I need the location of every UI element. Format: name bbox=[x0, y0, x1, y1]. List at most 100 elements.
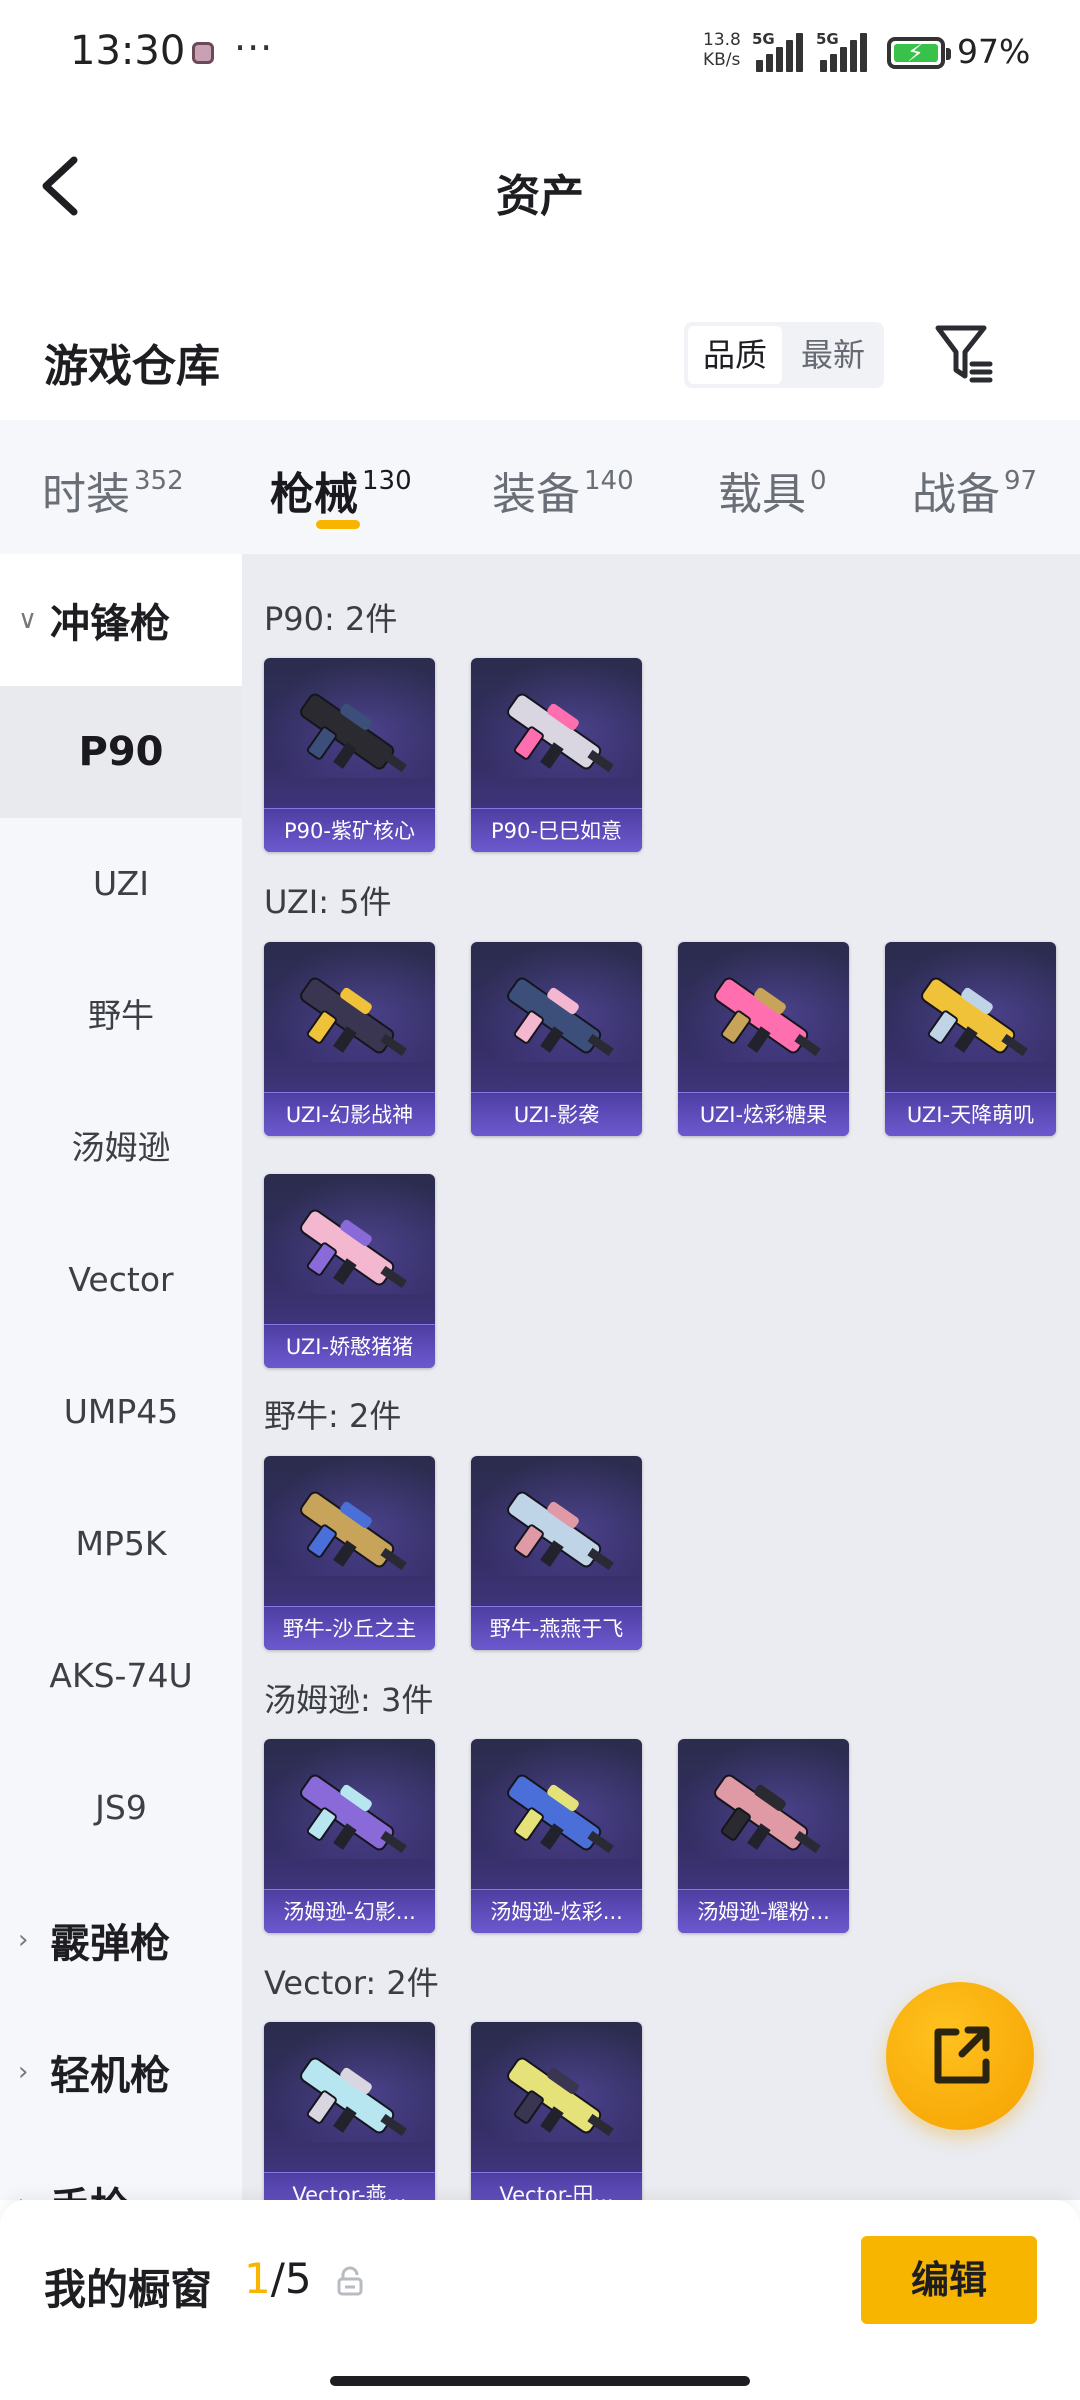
tab-label: 战备 bbox=[912, 469, 1000, 520]
sort-toggle: 品质 最新 bbox=[684, 322, 884, 388]
gun-skin-image bbox=[300, 1491, 407, 1571]
gun-skin-image bbox=[507, 977, 614, 1057]
sidebar-item-aks74u[interactable]: AKS-74U bbox=[0, 1610, 242, 1742]
sidebar-item-uzi[interactable]: UZI bbox=[0, 818, 242, 950]
weapon-type-sidebar: ∨ 冲锋枪 P90 UZI 野牛 汤姆逊 Vector UMP45 MP5K A… bbox=[0, 554, 242, 2200]
skin-name: 汤姆逊-耀粉... bbox=[678, 1889, 849, 1933]
tab-count: 140 bbox=[584, 466, 634, 496]
skin-card[interactable]: 汤姆逊-耀粉... bbox=[678, 1739, 849, 1933]
showcase-title: 我的橱窗 bbox=[44, 2265, 213, 2314]
showcase-bar: 我的橱窗 1/5 编辑 bbox=[0, 2200, 1080, 2400]
skin-card[interactable]: UZI-天降萌叽 bbox=[885, 942, 1056, 1136]
sidebar-item-js9[interactable]: JS9 bbox=[0, 1742, 242, 1874]
filter-button[interactable] bbox=[932, 320, 996, 386]
sort-quality-button[interactable]: 品质 bbox=[688, 326, 782, 384]
skin-name: Vector-燕... bbox=[264, 2172, 435, 2200]
status-time: 13:30 bbox=[70, 28, 186, 74]
skin-card[interactable]: 汤姆逊-幻影... bbox=[264, 1739, 435, 1933]
gun-skin-image bbox=[714, 1774, 821, 1854]
lock-icon bbox=[337, 2266, 363, 2296]
sidebar-group-label: 轻机枪 bbox=[50, 2053, 170, 2099]
skin-card[interactable]: Vector-燕... bbox=[264, 2022, 435, 2200]
active-tab-indicator bbox=[316, 520, 360, 529]
notification-app-icon bbox=[192, 42, 214, 64]
skin-card[interactable]: 汤姆逊-炫彩... bbox=[471, 1739, 642, 1933]
tab-supplies[interactable]: 战备 97 bbox=[912, 458, 1037, 522]
skin-name: 汤姆逊-幻影... bbox=[264, 1889, 435, 1933]
skin-name: UZI-天降萌叽 bbox=[885, 1092, 1056, 1136]
tab-count: 130 bbox=[362, 466, 412, 496]
sidebar-group-smg[interactable]: ∨ 冲锋枪 bbox=[0, 554, 242, 686]
tab-count: 0 bbox=[810, 466, 827, 496]
skin-name: UZI-娇憨猪猪 bbox=[264, 1324, 435, 1368]
chevron-right-icon: › bbox=[18, 2189, 38, 2200]
network-speed-value: 13.8 bbox=[703, 30, 741, 50]
skin-name: P90-巳巳如意 bbox=[471, 808, 642, 852]
sidebar-item-vector[interactable]: Vector bbox=[0, 1214, 242, 1346]
signal-label: 5G bbox=[816, 30, 839, 48]
gun-skin-image bbox=[300, 2057, 407, 2137]
tab-fashion[interactable]: 时装 352 bbox=[42, 458, 184, 522]
skin-card[interactable]: Vector-田... bbox=[471, 2022, 642, 2200]
gun-skin-image bbox=[300, 693, 407, 773]
tab-label: 载具 bbox=[718, 469, 806, 520]
sidebar-item-mp5k[interactable]: MP5K bbox=[0, 1478, 242, 1610]
showcase-current: 1 bbox=[244, 2254, 271, 2303]
sidebar-group-label: 冲锋枪 bbox=[50, 601, 170, 647]
skin-card[interactable]: UZI-幻影战神 bbox=[264, 942, 435, 1136]
sidebar-group-label: 霰弹枪 bbox=[50, 1921, 170, 1967]
tab-count: 352 bbox=[134, 466, 184, 496]
gun-skin-image bbox=[714, 977, 821, 1057]
skin-name: P90-紫矿核心 bbox=[264, 808, 435, 852]
sidebar-group-shotgun[interactable]: › 霰弹枪 bbox=[0, 1874, 242, 2006]
sidebar-group-label: 手枪 bbox=[50, 2175, 130, 2200]
gun-skin-image bbox=[921, 977, 1028, 1057]
sidebar-item-ump45[interactable]: UMP45 bbox=[0, 1346, 242, 1478]
chevron-right-icon: › bbox=[18, 1925, 29, 1955]
showcase-total: /5 bbox=[270, 2254, 312, 2303]
battery-percent: 97% bbox=[957, 32, 1031, 71]
skin-card[interactable]: UZI-娇憨猪猪 bbox=[264, 1174, 435, 1368]
tab-vehicles[interactable]: 载具 0 bbox=[718, 458, 827, 522]
skin-card[interactable]: 野牛-燕燕于飞 bbox=[471, 1456, 642, 1650]
page-title: 资产 bbox=[496, 171, 584, 222]
skin-name: UZI-幻影战神 bbox=[264, 1092, 435, 1136]
edit-button[interactable]: 编辑 bbox=[861, 2236, 1037, 2324]
share-button[interactable] bbox=[886, 1982, 1034, 2130]
skin-card[interactable]: P90-紫矿核心 bbox=[264, 658, 435, 852]
signal-icon: 5G bbox=[816, 30, 876, 72]
section-title-thompson: 汤姆逊: 3件 bbox=[264, 1681, 434, 1719]
tab-label: 枪械 bbox=[270, 469, 358, 520]
section-title-vector: Vector: 2件 bbox=[264, 1964, 439, 2002]
sort-newest-button[interactable]: 最新 bbox=[786, 326, 880, 384]
gun-skin-image bbox=[300, 1774, 407, 1854]
section-title-bison: 野牛: 2件 bbox=[264, 1397, 402, 1435]
skin-name: 汤姆逊-炫彩... bbox=[471, 1889, 642, 1933]
skin-card[interactable]: UZI-炫彩糖果 bbox=[678, 942, 849, 1136]
tab-equipment[interactable]: 装备 140 bbox=[492, 458, 634, 522]
skin-card[interactable]: UZI-影袭 bbox=[471, 942, 642, 1136]
sidebar-item-p90[interactable]: P90 bbox=[0, 686, 242, 818]
skin-name: UZI-炫彩糖果 bbox=[678, 1092, 849, 1136]
network-speed-unit: KB/s bbox=[703, 50, 741, 70]
sidebar-item-thompson[interactable]: 汤姆逊 bbox=[0, 1082, 242, 1214]
sidebar-group-lmg[interactable]: › 轻机枪 bbox=[0, 2006, 242, 2138]
skin-name: UZI-影袭 bbox=[471, 1092, 642, 1136]
showcase-count: 1/5 bbox=[244, 2254, 312, 2303]
signal-label: 5G bbox=[752, 30, 775, 48]
skin-card[interactable]: P90-巳巳如意 bbox=[471, 658, 642, 852]
sidebar-item-bison[interactable]: 野牛 bbox=[0, 950, 242, 1082]
gun-skin-image bbox=[300, 977, 407, 1057]
filter-icon bbox=[935, 325, 993, 383]
warehouse-title: 游戏仓库 bbox=[44, 341, 220, 392]
chevron-right-icon: › bbox=[18, 2057, 29, 2087]
gun-skin-image bbox=[507, 693, 614, 773]
tab-firearms[interactable]: 枪械 130 bbox=[270, 458, 412, 522]
home-indicator[interactable] bbox=[330, 2376, 750, 2386]
signal-icon: 5G bbox=[752, 30, 812, 72]
skin-card[interactable]: 野牛-沙丘之主 bbox=[264, 1456, 435, 1650]
gun-skin-image bbox=[507, 1491, 614, 1571]
gun-skin-image bbox=[300, 1209, 407, 1289]
sidebar-group-pistol[interactable]: › 手枪 bbox=[0, 2138, 242, 2200]
status-bar: 13:30 ··· 13.8 KB/s 5G 5G ⚡ 97% bbox=[0, 0, 1080, 108]
